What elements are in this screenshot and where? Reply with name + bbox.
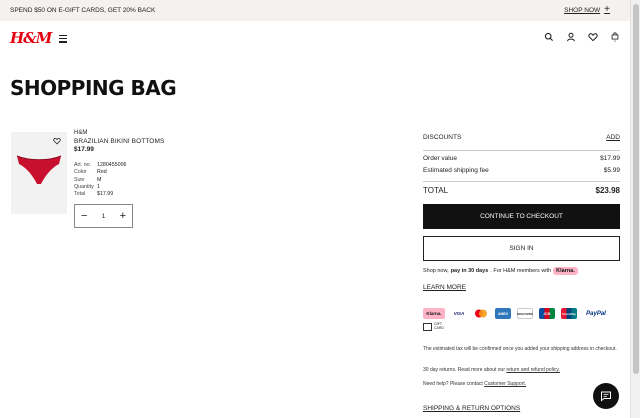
sign-in-button[interactable]: SIGN IN [423, 236, 620, 261]
spec-label: Color [74, 169, 87, 176]
total-row: TOTAL $23.98 [423, 186, 620, 195]
product-specs: Art. no. 1280455006 Color Red Size M Quanti… [74, 162, 164, 198]
spec-value: $17.99 [97, 191, 114, 198]
spec-label: Quantity [74, 183, 94, 190]
total-label: TOTAL [423, 186, 449, 195]
quantity-stepper: − 1 + [74, 204, 133, 228]
gift-card-icon: GIFT CARD [423, 322, 444, 331]
paypal-icon: PayPal [586, 310, 606, 317]
favorites-icon[interactable] [588, 32, 598, 42]
order-summary: DISCOUNTS ADD Order value $17.99 Estimat… [423, 134, 620, 195]
learn-more-link[interactable]: LEARN MORE [423, 284, 466, 291]
shipping-fee-label: Estimated shipping fee [423, 167, 489, 174]
shopping-bag-icon[interactable]: 1 [610, 32, 620, 42]
total-value: $23.98 [595, 186, 620, 195]
spec-label: Size [74, 176, 85, 183]
product-brand: H&M [74, 130, 88, 136]
klarna-badge: Klarna. [553, 267, 578, 275]
spec-label: Art. no. [74, 162, 92, 168]
returns-prefix: 30 day returns. Read more about our [423, 367, 505, 373]
spec-row: Color Red [74, 169, 164, 176]
chat-icon [601, 391, 611, 402]
product-price: $17.99 [74, 146, 94, 153]
divider [423, 181, 620, 182]
customer-support-link[interactable]: Customer Support. [484, 381, 526, 387]
page-title: SHOPPING BAG [10, 76, 177, 100]
account-icon[interactable] [566, 32, 576, 42]
spec-value: 1 [97, 183, 100, 190]
klarna-icon: Klarna. [423, 308, 445, 319]
product-name[interactable]: BRAZILIAN BIKINI BOTTOMS [74, 138, 164, 145]
quantity-value[interactable]: 1 [102, 213, 106, 220]
help-prefix: Need help? Please contact [423, 381, 483, 387]
help-note: Need help? Please contact Customer Suppo… [423, 381, 623, 388]
search-icon[interactable] [544, 32, 554, 42]
divider [423, 150, 620, 151]
gift-card-line2: CARD [434, 326, 444, 330]
plus-icon: + [604, 4, 610, 15]
discounts-label: DISCOUNTS [423, 134, 462, 141]
paylater-bold: pay in 30 days [450, 268, 489, 274]
product-info: H&M BRAZILIAN BIKINI BOTTOMS $17.99 Art.… [74, 130, 164, 198]
tax-note: The estimated tax will be confirmed once… [423, 346, 617, 352]
add-discount-link[interactable]: ADD [606, 134, 620, 148]
spec-row: Size M [74, 177, 164, 184]
hm-logo[interactable]: H&M [10, 29, 52, 47]
decrease-quantity-button[interactable]: − [81, 210, 87, 222]
shipping-fee-row: Estimated shipping fee $5.99 [423, 167, 620, 179]
spec-row: Quantity 1 [74, 184, 164, 191]
returns-note: 30 day returns. Read more about our retu… [423, 367, 623, 374]
visa-icon: VISA [453, 311, 465, 316]
chat-button[interactable] [593, 383, 619, 409]
continue-to-checkout-button[interactable]: CONTINUE TO CHECKOUT [423, 204, 620, 229]
wishlist-heart-icon[interactable] [53, 137, 61, 145]
increase-quantity-button[interactable]: + [120, 210, 126, 222]
return-policy-link[interactable]: return and refund policy. [506, 367, 560, 373]
paylater-suffix: . For H&M members with [490, 268, 552, 274]
spec-row: Total $17.99 [74, 191, 164, 198]
spec-value: 1280455006 [97, 162, 127, 168]
shop-now-label: SHOP NOW [564, 6, 601, 14]
spec-value: Red [97, 169, 107, 176]
paylater-prefix: Shop now, [423, 268, 449, 274]
promo-text: SPEND $50 ON E-GIFT CARDS, GET 20% BACK [10, 7, 156, 14]
discover-icon: DISCOVER [517, 308, 533, 319]
menu-icon[interactable] [59, 35, 67, 45]
promo-bar: SPEND $50 ON E-GIFT CARDS, GET 20% BACK … [0, 0, 630, 21]
mastercard-icon [475, 309, 487, 318]
spec-label: Total [74, 191, 86, 198]
shipping-return-options-link[interactable]: SHIPPING & RETURN OPTIONS [423, 405, 520, 412]
spec-value: M [97, 176, 102, 183]
discounts-row: DISCOUNTS ADD [423, 134, 620, 148]
order-value-row: Order value $17.99 [423, 155, 620, 167]
pay-later-message: Shop now, pay in 30 days . For H&M membe… [423, 267, 578, 275]
shop-now-link[interactable]: SHOP NOW + [564, 4, 610, 15]
jcb-icon: JCB [539, 308, 555, 319]
order-value: $17.99 [600, 155, 620, 162]
header-icons: 1 [544, 32, 620, 42]
scrollbar[interactable] [630, 0, 640, 418]
shipping-fee-value: $5.99 [603, 167, 620, 174]
payment-methods: Klarna. VISA AMEX DISCOVER JCB UnionPay … [423, 308, 609, 319]
order-value-label: Order value [423, 155, 457, 162]
gift-box-shape [423, 323, 432, 331]
spec-row: Art. no. 1280455006 [74, 162, 164, 169]
amex-icon: AMEX [495, 308, 511, 319]
scrollbar-thumb[interactable] [633, 4, 639, 374]
unionpay-icon: UnionPay [561, 308, 577, 319]
